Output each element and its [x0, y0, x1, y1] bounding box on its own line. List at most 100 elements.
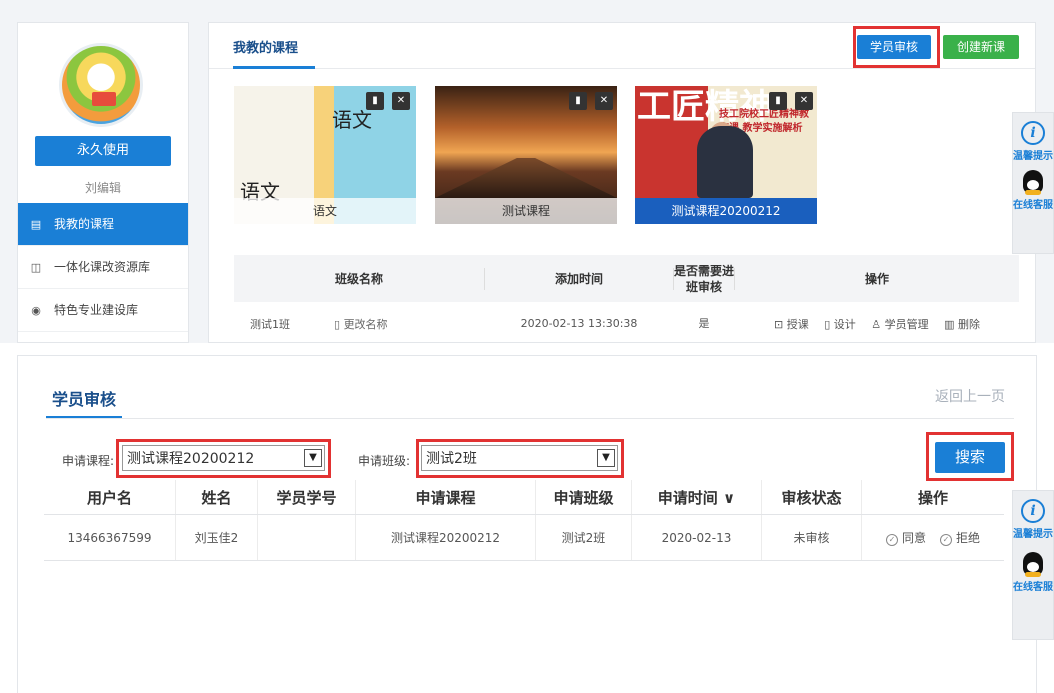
- service-label: 在线客服: [1013, 200, 1053, 211]
- check-circle-icon: ✓: [885, 534, 898, 546]
- design-label: 设计: [833, 317, 856, 331]
- username-cell: 13466367599: [44, 515, 176, 560]
- row-actions: ⊡ 授课 ▯ 设计 ♙ 学员管理 ▥ 删除: [735, 316, 1019, 332]
- tip-button[interactable]: i 温馨提示: [1013, 121, 1053, 162]
- close-icon[interactable]: ✕: [392, 92, 410, 110]
- reject-button[interactable]: ✓ 拒绝: [940, 529, 980, 546]
- forever-use-button[interactable]: 永久使用: [35, 136, 171, 166]
- student-no-cell: [258, 515, 356, 560]
- audit-table: 用户名 姓名 学员学号 申请课程 申请班级 申请时间 ∨ 审核状态 操作 134…: [44, 480, 1004, 561]
- add-time: 2020-02-13 13:30:38: [520, 317, 638, 330]
- highlight-box: [416, 439, 624, 478]
- course-caption: 测试课程: [435, 198, 617, 224]
- float-help-panel: i 温馨提示 在线客服: [1012, 112, 1054, 254]
- header-name: 姓名: [176, 480, 258, 514]
- sidebar-item-specialty-library[interactable]: ◉ 特色专业建设库: [18, 289, 188, 332]
- edit-icon[interactable]: ▮: [769, 92, 787, 110]
- header-need-audit: 是否需要进班审核: [674, 263, 735, 294]
- create-course-button[interactable]: 创建新课: [943, 35, 1019, 59]
- user-icon: ♙: [871, 317, 885, 331]
- side-menu: ▤ 我教的课程 ◫ 一体化课改资源库 ◉ 特色专业建设库: [18, 203, 188, 332]
- student-manage-link[interactable]: ♙ 学员管理: [871, 316, 928, 332]
- user-name: 刘编辑: [84, 181, 121, 195]
- class-cell: 测试2班: [536, 515, 632, 560]
- teach-link[interactable]: ⊡ 授课: [774, 316, 809, 332]
- agree-button[interactable]: ✓ 同意: [885, 529, 926, 546]
- delete-label: 删除: [958, 317, 981, 331]
- header-add-time: 添加时间: [554, 272, 603, 286]
- header-actions: 操作: [864, 272, 889, 286]
- online-service-button[interactable]: 在线客服: [1013, 552, 1053, 593]
- agree-label: 同意: [901, 531, 926, 545]
- book-icon: ◫: [30, 260, 42, 274]
- close-icon[interactable]: ✕: [595, 92, 613, 110]
- highlight-box: [926, 432, 1014, 481]
- online-service-button[interactable]: 在线客服: [1013, 170, 1053, 211]
- class-name: 测试1班: [250, 317, 290, 331]
- check-circle-icon: ✓: [940, 534, 952, 546]
- header-actions: 操作: [917, 488, 948, 507]
- course-caption: 测试课程20200212: [635, 198, 817, 224]
- header-class: 申请班级: [536, 480, 632, 514]
- course-card-selected[interactable]: 工匠精神 技工院校工匠精神教育课 教学实施解析 ▮ ✕ 测试课程20200212: [635, 86, 817, 224]
- trash-icon: ▥: [944, 317, 959, 331]
- course-filter-label: 申请课程:: [62, 454, 115, 468]
- reject-label: 拒绝: [956, 531, 981, 545]
- close-icon[interactable]: ✕: [795, 92, 813, 110]
- my-courses-panel: 我教的课程 学员审核 创建新课 语文 语文 ▮ ✕ 语文 ▮ ✕ 测试课程 工匠…: [208, 22, 1036, 343]
- header-class-name: 班级名称: [334, 272, 383, 286]
- avatar[interactable]: [59, 43, 143, 127]
- sidebar-item-label: 一体化课改资源库: [54, 259, 151, 274]
- edit-icon[interactable]: ▮: [569, 92, 587, 110]
- date-cell: 2020-02-13: [632, 515, 762, 560]
- header-student-no: 学员学号: [258, 480, 356, 514]
- tip-button[interactable]: i 温馨提示: [1013, 499, 1053, 540]
- sidebar-item-label: 我教的课程: [54, 216, 115, 231]
- table-row: 13466367599 刘玉佳2 测试课程20200212 测试2班 2020-…: [44, 515, 1004, 561]
- highlight-box: [116, 439, 331, 478]
- service-label: 在线客服: [1013, 582, 1053, 593]
- table-header: 用户名 姓名 学员学号 申请课程 申请班级 申请时间 ∨ 审核状态 操作: [44, 480, 1004, 515]
- need-audit-value: 是: [698, 316, 710, 330]
- divider: [46, 418, 1014, 419]
- edit-icon: ▯: [334, 317, 344, 331]
- delete-link[interactable]: ▥ 删除: [944, 316, 980, 332]
- header-apply-time-sort[interactable]: 申请时间 ∨: [632, 480, 762, 514]
- header-course: 申请课程: [356, 480, 536, 514]
- table-header: 班级名称 添加时间 是否需要进班审核 操作: [234, 255, 1019, 302]
- design-icon: ▯: [824, 317, 834, 331]
- edit-icon[interactable]: ▮: [366, 92, 384, 110]
- sidebar-item-my-courses[interactable]: ▤ 我教的课程: [18, 203, 188, 246]
- star-circle-icon: ◉: [31, 303, 41, 317]
- sidebar-item-resource-library[interactable]: ◫ 一体化课改资源库: [18, 246, 188, 289]
- tip-label: 温馨提示: [1013, 151, 1053, 162]
- class-name-cell: 测试1班 ▯ 更改名称: [234, 316, 484, 332]
- header-status: 审核状态: [762, 480, 862, 514]
- rename-label: 更改名称: [343, 317, 388, 331]
- teach-icon: ⊡: [773, 317, 787, 331]
- course-caption: 语文: [234, 198, 416, 224]
- info-icon: i: [1021, 499, 1045, 523]
- course-card[interactable]: 语文 语文 ▮ ✕ 语文: [234, 86, 416, 224]
- rename-link[interactable]: ▯ 更改名称: [334, 316, 388, 332]
- sidebar-item-label: 特色专业建设库: [54, 302, 139, 317]
- student-manage-label: 学员管理: [884, 317, 929, 331]
- sidebar: 永久使用 刘编辑 ▤ 我教的课程 ◫ 一体化课改资源库 ◉ 特色专业建设库: [17, 22, 189, 343]
- name-cell: 刘玉佳2: [176, 515, 258, 560]
- course-card[interactable]: ▮ ✕ 测试课程: [435, 86, 617, 224]
- teacher-body: [697, 126, 753, 198]
- class-table: 班级名称 添加时间 是否需要进班审核 操作 测试1班 ▯ 更改名称 2020-0…: [234, 255, 1019, 343]
- table-row: 测试1班 ▯ 更改名称 2020-02-13 13:30:38 是 ⊡ 授课 ▯…: [234, 302, 1019, 343]
- info-icon: i: [1021, 121, 1045, 145]
- back-link[interactable]: 返回上一页: [935, 386, 1005, 406]
- header-username: 用户名: [44, 480, 176, 514]
- action-cell: ✓ 同意 ✓ 拒绝: [862, 515, 1004, 560]
- page-title: 学员审核: [52, 390, 117, 409]
- course-page-screenshot: 永久使用 刘编辑 ▤ 我教的课程 ◫ 一体化课改资源库 ◉ 特色专业建设库 我教…: [0, 0, 1054, 343]
- teach-label: 授课: [786, 317, 809, 331]
- design-link[interactable]: ▯ 设计: [824, 316, 856, 332]
- tip-label: 温馨提示: [1013, 529, 1053, 540]
- qq-penguin-icon: [1023, 552, 1043, 577]
- cover-road: [435, 158, 617, 198]
- qq-penguin-icon: [1023, 170, 1043, 195]
